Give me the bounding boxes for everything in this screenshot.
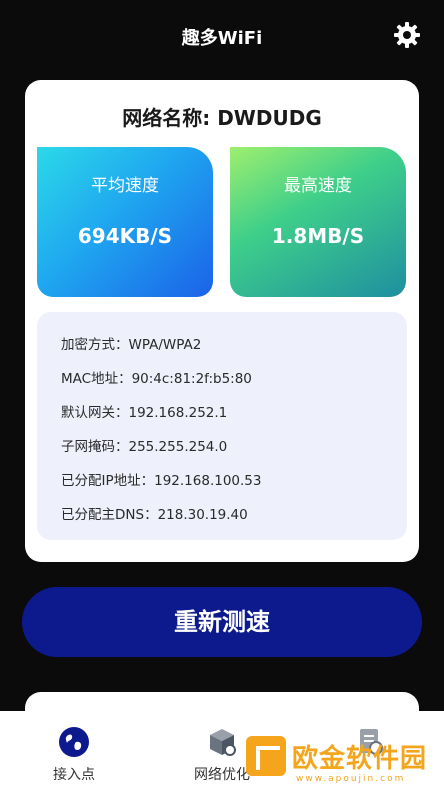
nav-item-access-point[interactable]: 接入点 bbox=[0, 711, 148, 795]
cube-icon bbox=[206, 726, 238, 758]
app-title: 趣多WiFi bbox=[181, 28, 263, 49]
watermark-overlay: 欧金软件园 www.apoujin.com bbox=[236, 728, 444, 795]
globe-icon bbox=[58, 726, 90, 758]
max-speed-box: 最高速度 1.8MB/S bbox=[230, 147, 406, 297]
nav-label-access-point: 接入点 bbox=[53, 767, 95, 783]
encryption-info: 加密方式：WPA/WPA2 bbox=[61, 337, 202, 353]
max-speed-value: 1.8MB/S bbox=[271, 224, 365, 248]
average-speed-label: 平均速度 bbox=[91, 176, 159, 196]
gateway-info: 默认网关：192.168.252.1 bbox=[61, 405, 228, 421]
retest-button[interactable]: 重新测速 bbox=[22, 587, 422, 657]
dns-info: 已分配主DNS：218.30.19.40 bbox=[61, 507, 248, 523]
average-speed-value: 694KB/S bbox=[77, 224, 173, 248]
network-card: 网络名称: DWDUDG 平均速度 694KB/S 最高速度 1.8MB/S 加… bbox=[25, 80, 419, 562]
network-name: 网络名称: DWDUDG bbox=[122, 106, 322, 130]
network-info-panel: 加密方式：WPA/WPA2 MAC地址：90:4c:81:2f:b5:80 默认… bbox=[37, 312, 407, 540]
watermark-text: 欧金软件园 bbox=[292, 744, 428, 774]
ip-address-info: 已分配IP地址：192.168.100.53 bbox=[61, 473, 262, 489]
watermark-subtext: www.apoujin.com bbox=[296, 774, 406, 784]
max-speed-label: 最高速度 bbox=[284, 176, 352, 196]
subnet-mask-info: 子网掩码：255.255.254.0 bbox=[61, 439, 228, 455]
top-bar: 趣多WiFi bbox=[0, 0, 444, 72]
gear-icon[interactable] bbox=[392, 20, 422, 50]
mac-address-info: MAC地址：90:4c:81:2f:b5:80 bbox=[61, 371, 252, 387]
watermark-logo-icon bbox=[246, 736, 286, 776]
average-speed-box: 平均速度 694KB/S bbox=[37, 147, 213, 297]
